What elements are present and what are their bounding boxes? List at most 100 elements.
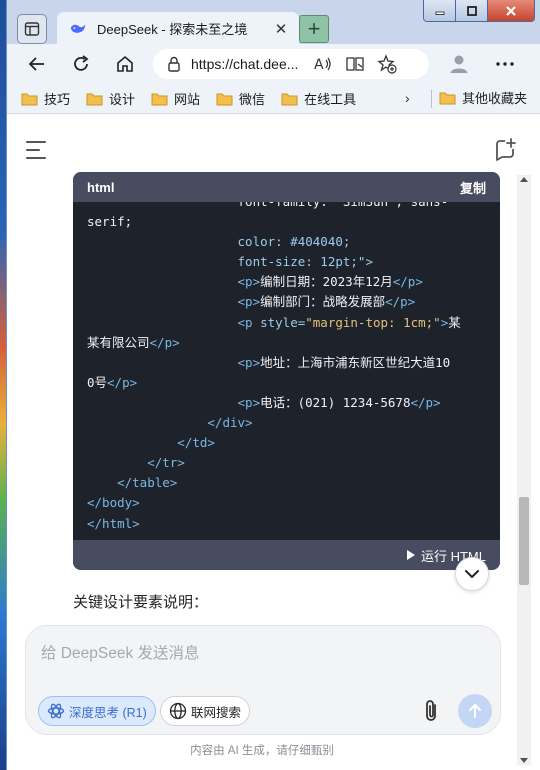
bookmark-label: 设计 xyxy=(109,92,136,107)
code-token: </html> xyxy=(87,515,140,531)
atom-icon xyxy=(47,703,65,719)
code-token: font-family: 'SimSun', sans- xyxy=(87,202,449,209)
code-token: </p> xyxy=(410,394,441,410)
more-icon xyxy=(496,62,514,66)
code-line: color: #404040; xyxy=(87,232,500,252)
code-token: <p> xyxy=(87,354,261,370)
globe-icon xyxy=(169,702,187,720)
folder-icon xyxy=(439,92,456,104)
maximize-button[interactable] xyxy=(456,0,488,21)
code-token: 某 xyxy=(448,314,461,330)
home-button[interactable] xyxy=(113,52,137,76)
code-token: 编制部门：战略发展部 xyxy=(260,294,386,310)
code-token: </p> xyxy=(385,294,416,310)
scroll-to-bottom-button[interactable] xyxy=(455,557,489,591)
bookmark-label: 其他收藏夹 xyxy=(462,91,528,106)
home-icon xyxy=(117,55,133,72)
bookmark-folder[interactable]: 设计 xyxy=(86,89,135,108)
profile-icon xyxy=(450,55,468,73)
add-favorite-button[interactable] xyxy=(375,52,399,76)
maximize-icon xyxy=(466,5,477,16)
refresh-button[interactable] xyxy=(69,52,93,76)
code-token: 编制日期：2023年12月 xyxy=(260,274,393,290)
code-line: font-family: 'SimSun', sans- xyxy=(87,202,500,212)
bookmark-folder[interactable]: 网站 xyxy=(151,89,200,108)
tab-close-button[interactable]: ✕ xyxy=(269,20,293,38)
code-line: </body> xyxy=(87,493,500,513)
lock-icon[interactable] xyxy=(167,56,181,72)
refresh-icon xyxy=(74,55,89,71)
code-token: </p> xyxy=(392,274,423,290)
scrollbar-thumb[interactable] xyxy=(519,497,529,585)
bookmark-label: 技巧 xyxy=(44,92,71,107)
close-icon xyxy=(506,5,516,16)
folder-icon xyxy=(151,93,168,105)
code-token: "margin-top: 1cm;" xyxy=(305,314,441,330)
back-button[interactable] xyxy=(25,52,49,76)
code-token: font-size: 12pt;"> xyxy=(87,254,373,270)
folder-icon xyxy=(216,93,233,105)
add-favorite-icon xyxy=(377,54,397,74)
bookmark-folder[interactable]: 在线工具 xyxy=(281,89,356,108)
more-bookmarks-chevron-icon[interactable]: › xyxy=(405,90,410,106)
reader-mode-button[interactable] xyxy=(343,52,367,76)
window-controls xyxy=(423,0,535,22)
url-text[interactable]: https://chat.dee... xyxy=(191,56,303,72)
other-favorites-folder[interactable]: 其他收藏夹 xyxy=(439,88,527,107)
code-line: <p>地址：上海市浦东新区世纪大道10 xyxy=(87,353,500,373)
message-composer[interactable]: 给 DeepSeek 发送消息 深度思考 (R1) 联网搜索 xyxy=(25,625,501,735)
tab-actions-button[interactable] xyxy=(17,14,47,44)
bookmark-folder[interactable]: 技巧 xyxy=(21,89,70,108)
code-line: <p>编制日期：2023年12月</p> xyxy=(87,272,500,292)
page-scrollbar[interactable] xyxy=(517,175,531,765)
code-token: style= xyxy=(260,314,306,330)
code-line: </tr> xyxy=(87,453,500,473)
folder-icon xyxy=(86,93,103,105)
send-button[interactable] xyxy=(458,694,492,728)
code-token: <p> xyxy=(87,294,261,310)
deep-think-toggle[interactable]: 深度思考 (R1) xyxy=(38,696,156,726)
tab-strip: DeepSeek - 探索未至之境 ✕ + xyxy=(7,0,540,45)
web-search-toggle[interactable]: 联网搜索 xyxy=(160,696,251,726)
tab-actions-icon xyxy=(24,22,40,36)
close-window-button[interactable] xyxy=(488,0,534,21)
code-token: <p> xyxy=(87,274,261,290)
code-token: </td> xyxy=(87,435,215,451)
minimize-button[interactable] xyxy=(424,0,456,21)
scroll-down-arrow-icon[interactable] xyxy=(520,758,528,763)
new-tab-button[interactable]: + xyxy=(299,15,329,43)
new-chat-icon[interactable] xyxy=(493,137,517,161)
tab-deepseek[interactable]: DeepSeek - 探索未至之境 ✕ xyxy=(57,12,299,45)
settings-more-button[interactable] xyxy=(493,52,517,76)
reader-mode-icon xyxy=(346,57,364,71)
bookmark-folder[interactable]: 微信 xyxy=(216,89,265,108)
code-token: 某有限公司 xyxy=(87,334,150,350)
code-line: serif; xyxy=(87,212,500,232)
minimize-icon xyxy=(435,11,444,15)
deepseek-whale-icon xyxy=(70,24,86,33)
folder-icon xyxy=(21,93,38,105)
response-section-title: 关键设计要素说明： xyxy=(73,594,209,611)
read-aloud-icon: A xyxy=(314,57,331,73)
svg-text:A: A xyxy=(314,57,324,73)
code-token: </tr> xyxy=(87,455,185,471)
code-token: color: #404040; xyxy=(87,234,351,250)
paperclip-icon[interactable] xyxy=(420,698,444,724)
copy-code-button[interactable]: 复制 xyxy=(460,178,486,197)
code-line: 0号</p> xyxy=(87,373,500,393)
address-bar[interactable]: https://chat.dee... A xyxy=(153,49,429,79)
scroll-up-arrow-icon[interactable] xyxy=(520,177,528,182)
code-line: <p>编制部门：战略发展部</p> xyxy=(87,292,500,312)
deepseek-chat-page: html 复制 font-family: 'SimSun', sans-seri… xyxy=(7,115,540,770)
back-arrow-icon xyxy=(28,57,44,71)
message-input[interactable]: 给 DeepSeek 发送消息 xyxy=(41,641,200,663)
read-aloud-button[interactable]: A xyxy=(311,52,335,76)
profile-button[interactable] xyxy=(447,52,471,76)
code-token: </table> xyxy=(87,475,178,491)
code-line: </div> xyxy=(87,413,500,433)
folder-icon xyxy=(281,93,298,105)
bookmark-label: 在线工具 xyxy=(304,92,357,107)
menu-icon[interactable] xyxy=(25,139,49,161)
send-arrow-icon xyxy=(469,704,481,718)
code-token: 电话：(021) 1234-5678 xyxy=(260,394,411,410)
